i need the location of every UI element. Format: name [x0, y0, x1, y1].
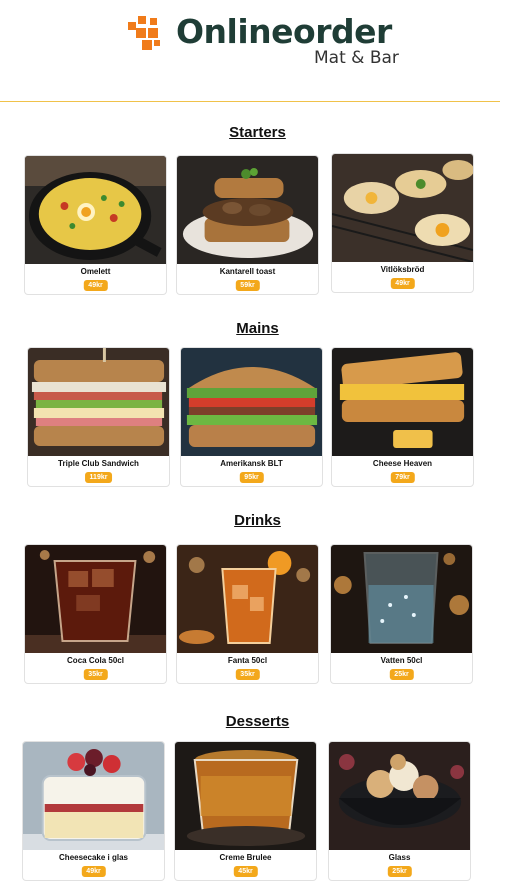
price-badge: 35kr [235, 669, 260, 680]
item-name: Creme Brulee [219, 853, 272, 862]
menu-item-card[interactable]: Kantarell toast 59kr [176, 155, 319, 295]
section-title-starters: Starters [229, 124, 286, 141]
price-badge: 25kr [389, 669, 414, 680]
item-name: Kantarell toast [219, 267, 276, 276]
section-title-drinks: Drinks [234, 512, 281, 529]
omelette-image [25, 156, 166, 264]
section-title-mains: Mains [236, 320, 279, 337]
water-glass-image [331, 545, 472, 653]
menu-item-card[interactable]: Fanta 50cl 35kr [176, 544, 319, 684]
brand-logo-icon [128, 16, 160, 50]
item-name: Cheese Heaven [372, 459, 433, 468]
menu-item-card[interactable]: Vitlöksbröd 49kr [331, 153, 474, 293]
price-badge: 25kr [387, 866, 412, 877]
item-name: Vatten 50cl [380, 656, 423, 665]
item-name: Cheesecake i glas [59, 853, 128, 862]
creme-brulee-image [175, 742, 316, 850]
price-badge: 59kr [235, 280, 260, 291]
fanta-glass-image [177, 545, 318, 653]
menu-item-card[interactable]: Triple Club Sandwich 119kr [27, 347, 170, 487]
header: Onlineorder Mat & Bar [0, 0, 515, 104]
item-name: Coca Cola 50cl [67, 656, 124, 665]
ice-cream-bowl-image [329, 742, 470, 850]
blt-image [181, 348, 322, 456]
price-badge: 49kr [390, 278, 415, 289]
item-name: Fanta 50cl [227, 656, 268, 665]
garlic-bread-image [332, 154, 473, 262]
price-badge: 119kr [84, 472, 113, 483]
section-title-desserts: Desserts [225, 713, 290, 730]
mushroom-toast-image [177, 156, 318, 264]
brand-name[interactable]: Onlineorder [176, 12, 392, 51]
item-name: Glass [388, 853, 411, 862]
menu-item-card[interactable]: Omelett 49kr [24, 155, 167, 295]
cheese-sandwich-image [332, 348, 473, 456]
header-divider [0, 101, 500, 102]
price-badge: 35kr [83, 669, 108, 680]
price-badge: 49kr [83, 280, 108, 291]
menu-item-card[interactable]: Creme Brulee 45kr [174, 741, 317, 881]
item-name: Omelett [80, 267, 111, 276]
price-badge: 45kr [233, 866, 258, 877]
cheesecake-glass-image [23, 742, 164, 850]
menu-item-card[interactable]: Cheesecake i glas 49kr [22, 741, 165, 881]
price-badge: 79kr [390, 472, 415, 483]
price-badge: 95kr [239, 472, 264, 483]
item-name: Amerikansk BLT [220, 459, 283, 468]
menu-item-card[interactable]: Amerikansk BLT 95kr [180, 347, 323, 487]
menu-item-card[interactable]: Cheese Heaven 79kr [331, 347, 474, 487]
cola-glass-image [25, 545, 166, 653]
price-badge: 49kr [81, 866, 106, 877]
item-name: Triple Club Sandwich [58, 459, 139, 468]
brand-tagline: Mat & Bar [314, 48, 399, 68]
item-name: Vitlöksbröd [380, 265, 425, 274]
menu-item-card[interactable]: Coca Cola 50cl 35kr [24, 544, 167, 684]
club-sandwich-image [28, 348, 169, 456]
menu-item-card[interactable]: Vatten 50cl 25kr [330, 544, 473, 684]
menu-item-card[interactable]: Glass 25kr [328, 741, 471, 881]
